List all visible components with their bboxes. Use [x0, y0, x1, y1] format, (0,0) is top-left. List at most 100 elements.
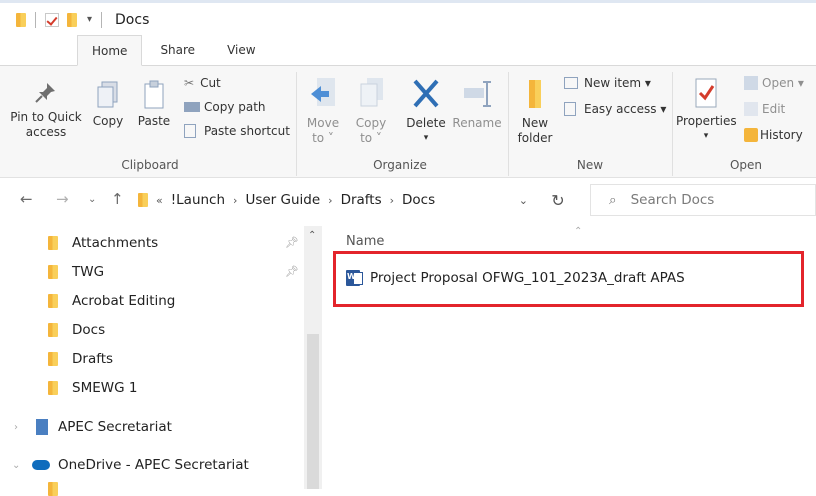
search-input[interactable]: ⌕ Search Docs: [590, 184, 816, 216]
navigation-pane: Attachments 📌︎ TWG 📌︎ Acrobat Editing Do…: [0, 226, 322, 496]
cloud-icon: [32, 460, 50, 470]
folder-icon: [48, 323, 58, 337]
scrollbar-thumb[interactable]: [307, 334, 319, 489]
paste-label: Paste: [137, 114, 171, 128]
window-title: Docs: [115, 11, 150, 28]
nav-scrollbar[interactable]: ⌃: [304, 226, 322, 489]
group-divider: [508, 72, 509, 176]
up-arrow-icon[interactable]: ↑: [111, 190, 124, 208]
chevron-right-icon[interactable]: ›: [233, 194, 237, 207]
easy-access-label: Easy access ▾: [584, 102, 667, 116]
group-divider: [672, 72, 673, 176]
forward-arrow-icon[interactable]: →: [56, 190, 69, 208]
folder-icon[interactable]: [16, 12, 26, 27]
properties-label: Properties: [676, 114, 737, 128]
open-button[interactable]: Open ▾: [744, 76, 804, 90]
new-folder-quick-icon[interactable]: [67, 12, 77, 27]
rename-label: Rename: [452, 116, 502, 130]
chevron-right-icon[interactable]: ›: [328, 194, 332, 207]
edit-button[interactable]: Edit: [744, 102, 785, 116]
delete-dropdown-icon[interactable]: ▾: [404, 131, 448, 146]
paste-shortcut-button[interactable]: Paste shortcut: [184, 124, 290, 138]
move-to-button[interactable]: Move to ˅: [302, 76, 344, 146]
folder-icon: [48, 352, 58, 366]
tab-home[interactable]: Home: [77, 35, 143, 66]
pin-to-quick-access-button[interactable]: Pin to Quick access: [10, 80, 82, 140]
address-path[interactable]: « !Launch › User Guide › Drafts › Docs ⌄: [132, 184, 536, 216]
copy-button[interactable]: Copy: [90, 80, 126, 129]
divider: [35, 11, 36, 28]
nav-item-twg[interactable]: TWG: [48, 261, 104, 283]
pin-label: Pin to Quick: [10, 110, 82, 124]
folder-icon: [48, 265, 58, 279]
breadcrumb-user-guide[interactable]: User Guide: [245, 192, 320, 208]
nav-item-attachments[interactable]: Attachments: [48, 232, 158, 254]
nav-item-label: Acrobat Editing: [72, 293, 176, 309]
nav-item-label: Docs: [72, 322, 106, 338]
refresh-icon[interactable]: ↻: [541, 184, 575, 216]
easy-access-button[interactable]: Easy access ▾: [564, 102, 666, 116]
pin-icon: 📌︎: [285, 236, 299, 249]
column-header-name[interactable]: Name: [346, 234, 384, 249]
copy-label: Copy: [92, 114, 124, 128]
address-dropdown-icon[interactable]: ⌄: [519, 194, 528, 207]
properties-dropdown-icon[interactable]: ▾: [676, 129, 736, 144]
tab-share[interactable]: Share: [146, 35, 209, 65]
nav-item-apec-secretariat[interactable]: APEC Secretariat: [36, 416, 172, 438]
nav-item-label: SMEWG 1: [72, 380, 138, 396]
breadcrumb-drafts[interactable]: Drafts: [341, 192, 382, 208]
properties-quick-icon[interactable]: [45, 12, 59, 27]
delete-label: Delete: [406, 116, 446, 130]
delete-button[interactable]: Delete ▾: [404, 76, 448, 146]
history-icon: [744, 128, 758, 142]
paste-button[interactable]: Paste: [136, 80, 172, 129]
nav-item-docs[interactable]: Docs: [48, 319, 105, 341]
easy-access-icon: [564, 102, 576, 116]
new-folder-button[interactable]: New folder: [514, 76, 556, 146]
chevron-down-icon[interactable]: ⌄: [12, 460, 20, 471]
paste-shortcut-label: Paste shortcut: [204, 124, 290, 138]
paste-icon: [144, 80, 164, 109]
quick-access-dropdown-icon[interactable]: ▾: [87, 14, 92, 25]
address-bar-row: ← → ⌄ ↑ « !Launch › User Guide › Drafts …: [0, 178, 816, 222]
paste-shortcut-icon: [184, 124, 196, 138]
nav-item-onedrive[interactable]: OneDrive - APEC Secretariat: [32, 454, 249, 476]
copy-path-button[interactable]: Copy path: [184, 100, 266, 114]
chevron-right-icon[interactable]: ›: [14, 422, 18, 433]
overflow-icon[interactable]: «: [156, 194, 163, 207]
group-divider: [296, 72, 297, 176]
ribbon-tabs: Home Share View: [0, 35, 816, 66]
nav-item-label: TWG: [72, 264, 105, 280]
delete-x-icon: [413, 79, 439, 108]
search-placeholder: Search Docs: [630, 192, 715, 208]
search-icon: ⌕: [609, 192, 617, 208]
nav-item-acrobat-editing[interactable]: Acrobat Editing: [48, 290, 175, 312]
move-to-icon: [311, 78, 335, 106]
cut-label: Cut: [200, 76, 221, 90]
copy-to-button[interactable]: Copy to ˅: [350, 76, 392, 146]
breadcrumb-docs[interactable]: Docs: [402, 192, 435, 208]
nav-item-label: Attachments: [72, 235, 159, 251]
copy-path-icon: [184, 102, 200, 112]
properties-button[interactable]: Properties ▾: [676, 76, 737, 144]
organize-group-label: Organize: [373, 158, 427, 172]
recent-locations-chevron-icon[interactable]: ⌄: [88, 194, 96, 205]
history-button[interactable]: History: [744, 128, 803, 142]
ribbon: Pin to Quick access Copy Paste ✂ Cut Copy…: [0, 66, 816, 178]
divider: [101, 11, 103, 28]
title-bar: ▾ Docs: [0, 0, 816, 36]
new-item-icon: [564, 77, 578, 89]
scroll-up-icon[interactable]: ⌃: [308, 230, 316, 241]
nav-item-drafts[interactable]: Drafts: [48, 348, 113, 370]
tab-view[interactable]: View: [213, 35, 269, 65]
chevron-right-icon[interactable]: ›: [390, 194, 394, 207]
cut-button[interactable]: ✂ Cut: [184, 76, 221, 90]
nav-item-label: OneDrive - APEC Secretariat: [58, 457, 249, 473]
back-arrow-icon[interactable]: ←: [20, 190, 33, 208]
breadcrumb-launch[interactable]: !Launch: [171, 192, 225, 208]
new-item-button[interactable]: New item ▾: [564, 76, 651, 90]
building-icon: [36, 419, 48, 435]
nav-item-smewg-1[interactable]: SMEWG 1: [48, 377, 137, 399]
folder-icon: [48, 381, 58, 395]
rename-button[interactable]: Rename: [452, 76, 502, 131]
